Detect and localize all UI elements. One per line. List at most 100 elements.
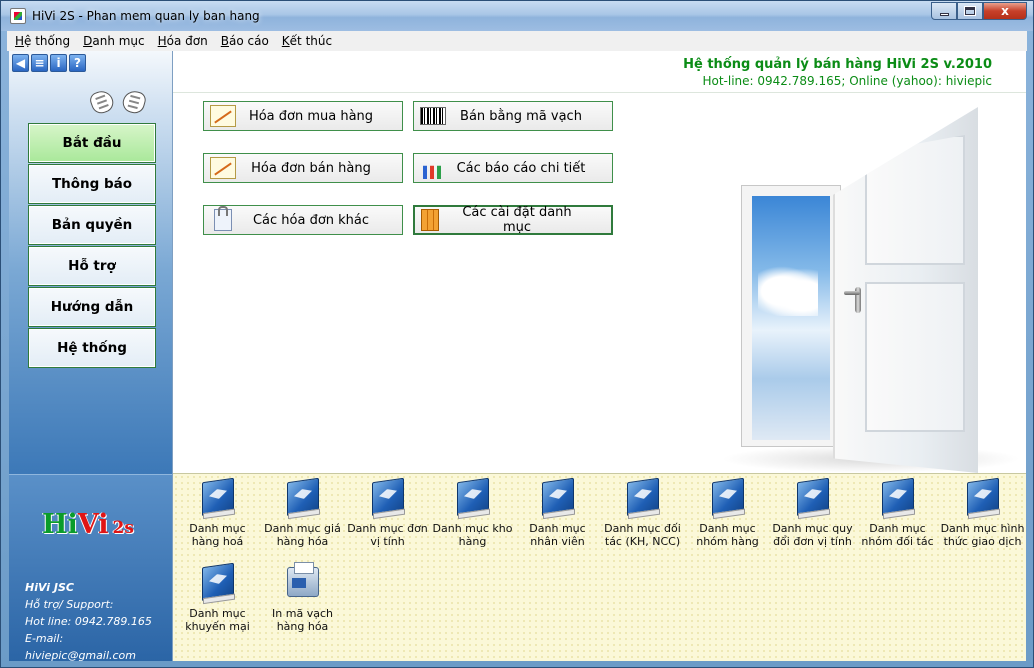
sky-image — [752, 196, 830, 440]
menu-ket-thuc[interactable]: Kết thúc — [282, 34, 332, 48]
category-don-vi-tinh[interactable]: Danh mục đơn vị tính — [345, 474, 430, 548]
door-handle-icon — [844, 287, 866, 313]
category-label: Danh mục đơn vị tính — [347, 522, 428, 548]
book-icon — [796, 477, 829, 517]
app-heading: Hệ thống quản lý bán hàng HiVi 2S v.2010 — [683, 57, 992, 72]
category-label: Danh mục giá hàng hóa — [264, 522, 341, 548]
book-icon — [881, 477, 914, 517]
category-label: In mã vạch hàng hóa — [272, 607, 333, 633]
category-kho-hang[interactable]: Danh mục kho hàng — [430, 474, 515, 548]
door-leaf — [833, 107, 978, 473]
book-icon — [966, 477, 999, 517]
sales-invoice-button[interactable]: Hóa đơn bán hàng — [203, 153, 403, 183]
button-label: Hóa đơn mua hàng — [248, 108, 374, 124]
hand-pointer-icon — [120, 88, 148, 116]
book-icon — [371, 477, 404, 517]
category-label: Danh mục kho hàng — [432, 522, 513, 548]
title-bar[interactable]: HiVi 2S - Phan mem quan ly ban hang x — [1, 1, 1033, 31]
nav-he-thong[interactable]: Hệ thống — [28, 328, 156, 368]
category-label: Danh mục hàng hoá — [189, 522, 246, 548]
hivi-logo: HiVi 2s — [42, 509, 134, 540]
company-name: HiVi JSC — [25, 581, 74, 594]
door-frame — [741, 185, 841, 447]
category-nhom-doi-tac[interactable]: Danh mục nhóm đối tác — [855, 474, 940, 548]
printer-icon — [286, 562, 319, 599]
help-icon[interactable]: ? — [69, 54, 86, 72]
contact-info: HiVi JSC Hỗ trợ/ Support: Hot line: 0942… — [25, 579, 172, 664]
book-icon — [626, 477, 659, 517]
door-panel — [865, 135, 965, 265]
catalog-settings-button[interactable]: Các cài đặt danh mục — [413, 205, 613, 235]
info-icon[interactable]: i — [50, 54, 67, 72]
door-panel — [865, 282, 965, 432]
left-sidebar: ◀ ≡ i ? Bắt đầu Thông báo Bản quyền Hỗ t… — [9, 51, 173, 664]
app-icon[interactable] — [10, 8, 26, 24]
app-window: HiVi 2S - Phan mem quan ly ban hang x Hệ… — [0, 0, 1034, 668]
purchase-invoice-button[interactable]: Hóa đơn mua hàng — [203, 101, 403, 131]
menu-he-thong[interactable]: Hệ thống — [15, 34, 70, 48]
button-label: Hóa đơn bán hàng — [251, 160, 371, 176]
category-khuyen-mai[interactable]: Danh mục khuyến mại — [175, 559, 260, 633]
clipboard-icon — [214, 206, 232, 231]
book-icon — [201, 477, 234, 517]
book-icon — [456, 477, 489, 517]
document-icon[interactable]: ≡ — [31, 54, 48, 72]
pointing-hands-icon — [87, 87, 153, 117]
nav-huong-dan[interactable]: Hướng dẫn — [28, 287, 156, 327]
back-icon[interactable]: ◀ — [12, 54, 29, 72]
menu-hoa-don[interactable]: Hóa đơn — [158, 34, 208, 48]
sidebar-toolbar: ◀ ≡ i ? — [12, 54, 86, 72]
menu-bao-cao[interactable]: Báo cáo — [221, 34, 269, 48]
category-label: Danh mục quy đổi đơn vị tính — [772, 522, 853, 548]
category-gia-hang-hoa[interactable]: Danh mục giá hàng hóa — [260, 474, 345, 548]
category-label: Danh mục đối tác (KH, NCC) — [604, 522, 681, 548]
button-label: Bán bằng mã vạch — [460, 108, 582, 124]
brand-area: HiVi 2s HiVi JSC Hỗ trợ/ Support: Hot lin… — [9, 474, 172, 664]
close-icon: x — [1001, 4, 1009, 18]
logo-hi: Hi — [42, 509, 78, 540]
nav-thong-bao[interactable]: Thông báo — [28, 164, 156, 204]
button-label: Các cài đặt danh mục — [462, 205, 572, 235]
category-nhom-hang[interactable]: Danh mục nhóm hàng — [685, 474, 770, 548]
chart-icon — [420, 165, 446, 179]
open-door-illustration — [721, 97, 1026, 473]
category-hinh-thuc-giao-dich[interactable]: Danh mục hình thức giao dịch — [940, 474, 1025, 548]
category-label: Danh mục nhân viên — [529, 522, 586, 548]
cabinet-icon — [421, 209, 439, 231]
category-label: Danh mục hình thức giao dịch — [940, 522, 1025, 548]
print-barcode-button[interactable]: In mã vạch hàng hóa — [260, 559, 345, 633]
barcode-sale-button[interactable]: Bán bằng mã vạch — [413, 101, 613, 131]
category-doi-tac[interactable]: Danh mục đối tác (KH, NCC) — [600, 474, 685, 548]
book-icon — [286, 477, 319, 517]
nav-bat-dau[interactable]: Bắt đầu — [28, 123, 156, 163]
other-invoices-button[interactable]: Các hóa đơn khác — [203, 205, 403, 235]
menu-bar: Hệ thống Danh mục Hóa đơn Báo cáo Kết th… — [7, 31, 1027, 51]
hand-pointer-icon — [87, 87, 117, 117]
category-label: Danh mục nhóm hàng — [696, 522, 759, 548]
book-icon — [201, 562, 234, 602]
logo-suffix: 2s — [112, 518, 134, 538]
category-nhan-vien[interactable]: Danh mục nhân viên — [515, 474, 600, 548]
maximize-icon — [964, 6, 976, 16]
window-controls: x — [931, 2, 1027, 20]
minimize-button[interactable] — [931, 2, 957, 20]
nav-ban-quyen[interactable]: Bản quyền — [28, 205, 156, 245]
nav-ho-tro[interactable]: Hỗ trợ — [28, 246, 156, 286]
category-quy-doi[interactable]: Danh mục quy đổi đơn vị tính — [770, 474, 855, 548]
category-hang-hoa[interactable]: Danh mục hàng hoá — [175, 474, 260, 548]
book-icon — [541, 477, 574, 517]
maximize-button[interactable] — [957, 2, 983, 20]
note-icon — [210, 157, 236, 179]
hotline-text: Hot line: 0942.789.165 — [25, 615, 152, 628]
category-panel: Danh mục hàng hoá Danh mục giá hàng hóa … — [173, 473, 1026, 661]
book-icon — [711, 477, 744, 517]
category-label: Danh mục khuyến mại — [185, 607, 250, 633]
barcode-icon — [420, 107, 446, 125]
note-icon — [210, 105, 236, 127]
close-button[interactable]: x — [983, 2, 1027, 20]
window-title: HiVi 2S - Phan mem quan ly ban hang — [32, 9, 260, 23]
menu-danh-muc[interactable]: Danh mục — [83, 34, 145, 48]
detailed-reports-button[interactable]: Các báo cáo chi tiết — [413, 153, 613, 183]
hotline-heading: Hot-line: 0942.789.165; Online (yahoo): … — [702, 74, 992, 88]
category-label: Danh mục nhóm đối tác — [861, 522, 934, 548]
